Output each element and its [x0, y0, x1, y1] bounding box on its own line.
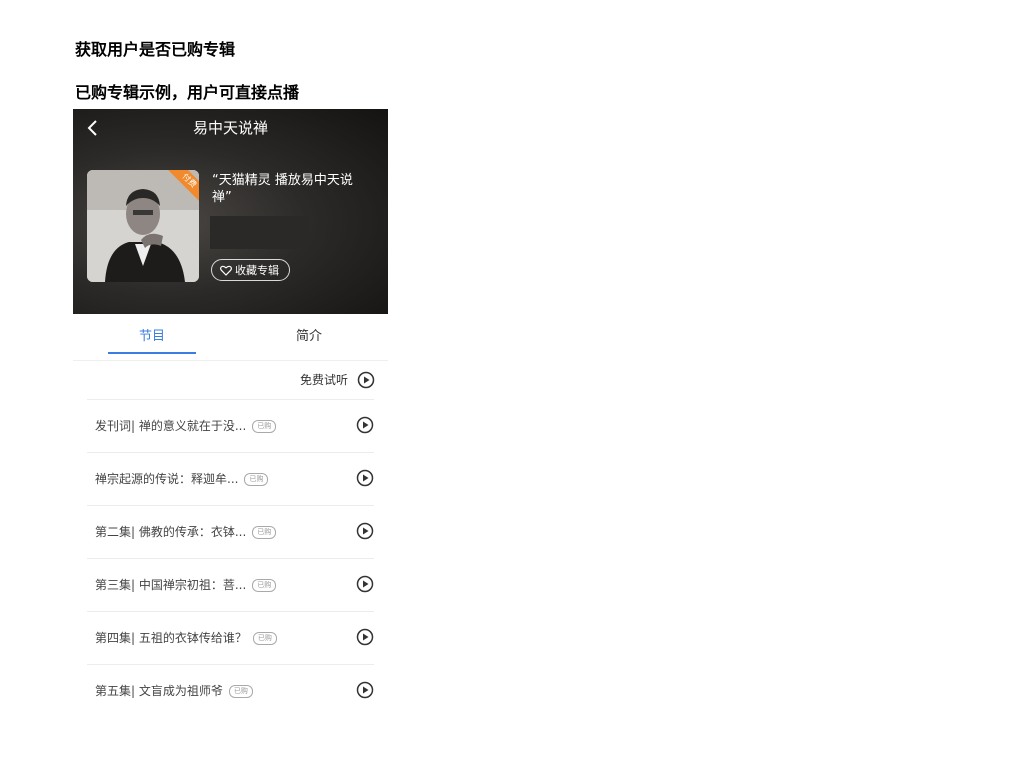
episode-row[interactable]: 第四集| 五祖的衣钵传给谁？ 已购 [87, 611, 374, 664]
play-circle-icon[interactable] [356, 469, 374, 491]
album-header: 易中天说禅 付费 “天猫精灵 播放易中天说禅” 收藏专辑 [73, 109, 388, 314]
purchased-tag: 已购 [252, 579, 277, 592]
phone-screen: 易中天说禅 付费 “天猫精灵 播放易中天说禅” 收藏专辑 节目 简介 免费试听 … [73, 109, 388, 709]
play-circle-icon[interactable] [356, 416, 374, 438]
doc-heading-1: 获取用户是否已购专辑 [75, 40, 236, 59]
tab-programs[interactable]: 节目 [139, 328, 165, 346]
favorite-album-button[interactable]: 收藏专辑 [211, 259, 290, 281]
heart-outline-icon [220, 265, 232, 276]
episode-title: 发刊词| 禅的意义就在于没... 已购 [95, 417, 277, 435]
favorite-label: 收藏专辑 [235, 264, 279, 277]
tab-intro[interactable]: 简介 [296, 328, 322, 346]
active-tab-indicator [108, 352, 196, 354]
free-trial-row[interactable]: 免费试听 [73, 363, 388, 399]
purchased-tag: 已购 [252, 420, 277, 433]
episode-row[interactable]: 禅宗起源的传说：释迦牟... 已购 [87, 452, 374, 505]
episode-title: 第二集| 佛教的传承：衣钵... 已购 [95, 523, 277, 541]
purchased-tag: 已购 [228, 685, 253, 698]
play-circle-icon[interactable] [356, 522, 374, 544]
episode-title: 禅宗起源的传说：释迦牟... 已购 [95, 470, 269, 488]
purchased-tag: 已购 [252, 632, 277, 645]
doc-heading-2: 已购专辑示例，用户可直接点播 [75, 83, 300, 102]
redacted-area [210, 216, 309, 249]
episode-row[interactable]: 第五集| 文盲成为祖师爷 已购 [87, 664, 374, 717]
episode-row[interactable]: 第二集| 佛教的传承：衣钵... 已购 [87, 505, 374, 558]
purchased-tag: 已购 [252, 526, 277, 539]
album-name: “天猫精灵 播放易中天说禅” [212, 173, 353, 205]
episode-title: 第四集| 五祖的衣钵传给谁？ 已购 [95, 629, 277, 647]
play-circle-icon[interactable] [356, 575, 374, 597]
album-cover: 付费 [87, 170, 199, 282]
portrait-image [87, 170, 199, 282]
play-circle-icon[interactable] [357, 371, 375, 393]
episode-list: 发刊词| 禅的意义就在于没... 已购 禅宗起源的传说：释迦牟... 已购 第二集|… [87, 399, 374, 717]
episode-title: 第三集| 中国禅宗初祖：菩... 已购 [95, 576, 277, 594]
episode-row[interactable]: 发刊词| 禅的意义就在于没... 已购 [87, 399, 374, 452]
purchased-tag: 已购 [244, 473, 269, 486]
episode-row[interactable]: 第三集| 中国禅宗初祖：菩... 已购 [87, 558, 374, 611]
page-title: 易中天说禅 [192, 119, 268, 137]
play-circle-icon[interactable] [356, 681, 374, 703]
episode-title: 第五集| 文盲成为祖师爷 已购 [95, 682, 253, 700]
free-trial-label: 免费试听 [299, 373, 348, 387]
play-circle-icon[interactable] [356, 628, 374, 650]
